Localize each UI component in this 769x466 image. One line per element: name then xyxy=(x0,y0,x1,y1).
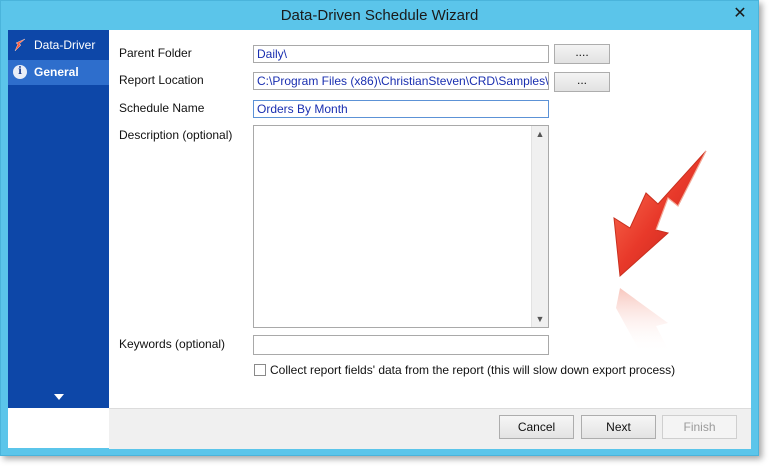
keywords-label: Keywords (optional) xyxy=(119,337,226,351)
sidebar-item-label: Data-Driver xyxy=(34,38,96,52)
parent-folder-browse-button[interactable]: .... xyxy=(554,44,610,64)
title-bar[interactable]: Data-Driven Schedule Wizard ✕ xyxy=(1,1,758,30)
description-textarea[interactable]: ▲ ▼ xyxy=(253,125,549,328)
description-label: Description (optional) xyxy=(119,128,233,142)
parent-folder-input[interactable]: Daily\ xyxy=(253,45,549,63)
schedule-name-label: Schedule Name xyxy=(119,101,205,115)
wizard-footer: Cancel Next Finish xyxy=(109,408,751,449)
chevron-down-icon[interactable] xyxy=(54,394,64,400)
data-driver-icon xyxy=(13,38,27,52)
wizard-steps-sidebar: Data-Driver i General xyxy=(8,30,109,408)
parent-folder-label: Parent Folder xyxy=(119,46,192,60)
info-icon: i xyxy=(13,65,27,79)
window-title: Data-Driven Schedule Wizard xyxy=(280,7,479,24)
scroll-down-icon[interactable]: ▼ xyxy=(532,312,548,326)
wizard-client-area: Data-Driver i General Parent Folder Dail… xyxy=(8,30,751,449)
wizard-window: Data-Driven Schedule Wizard ✕ Data-Drive… xyxy=(0,0,759,456)
sidebar-item-label: General xyxy=(34,65,79,79)
close-icon[interactable]: ✕ xyxy=(729,4,751,24)
keywords-input[interactable] xyxy=(253,335,549,355)
red-arrow-icon xyxy=(598,148,708,358)
collect-fields-checkbox[interactable] xyxy=(254,364,266,376)
finish-button: Finish xyxy=(662,415,737,439)
sidebar-item-data-driver[interactable]: Data-Driver xyxy=(8,33,109,58)
report-location-label: Report Location xyxy=(119,73,204,87)
description-scrollbar[interactable]: ▲ ▼ xyxy=(531,126,548,327)
report-location-browse-button[interactable]: ... xyxy=(554,72,610,92)
collect-fields-label: Collect report fields' data from the rep… xyxy=(270,363,676,377)
sidebar-item-general[interactable]: i General xyxy=(8,60,109,85)
report-location-input[interactable]: C:\Program Files (x86)\ChristianSteven\C… xyxy=(253,72,549,90)
scroll-up-icon[interactable]: ▲ xyxy=(532,127,548,141)
cancel-button[interactable]: Cancel xyxy=(499,415,574,439)
schedule-name-input[interactable]: Orders By Month xyxy=(253,100,549,118)
next-button[interactable]: Next xyxy=(581,415,656,439)
